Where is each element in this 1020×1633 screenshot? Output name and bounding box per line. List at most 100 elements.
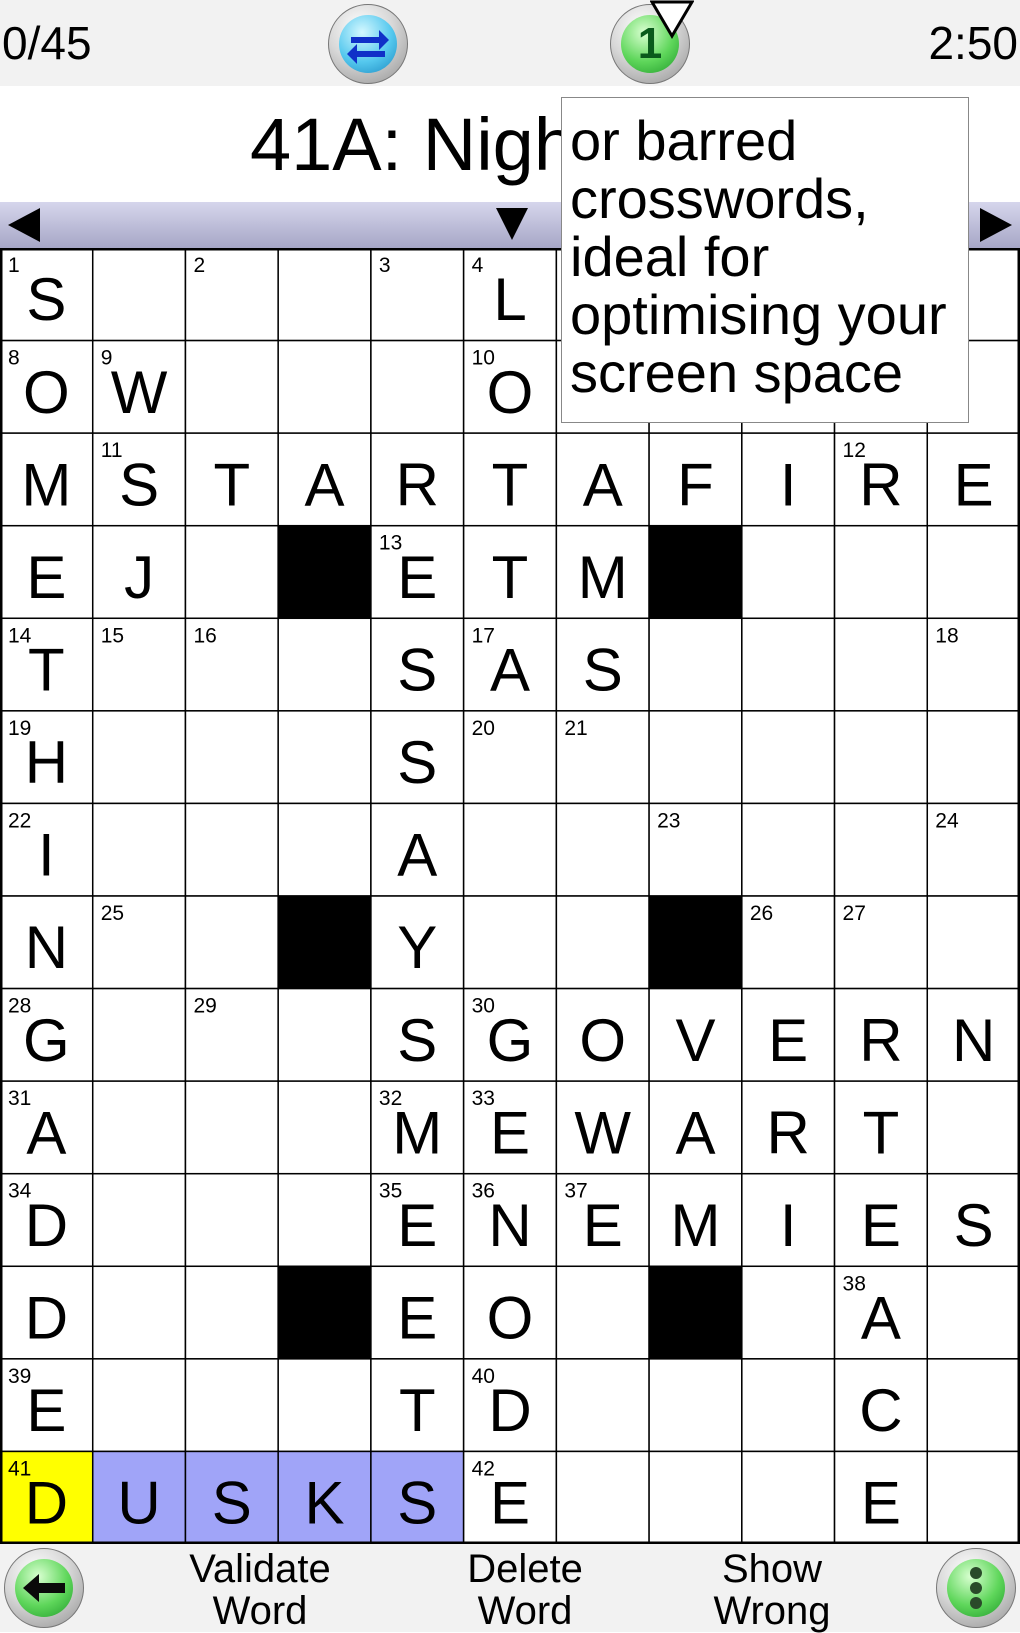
grid-cell[interactable] [277, 802, 372, 897]
clue-number: 1 [8, 254, 20, 277]
grid-cell[interactable] [184, 710, 279, 805]
clue-number: 10 [472, 347, 495, 370]
clue-number: 12 [843, 439, 866, 462]
grid-cell[interactable] [741, 617, 836, 712]
grid-cell[interactable] [184, 524, 279, 620]
current-clue: 41A: Nigh [250, 103, 575, 186]
grid-cell[interactable] [462, 802, 558, 897]
cell-letter: M [670, 1192, 720, 1259]
previous-clue-icon[interactable] [4, 202, 44, 248]
grid-cell[interactable] [555, 802, 650, 897]
grid-cell[interactable] [277, 1080, 372, 1175]
grid-cell[interactable] [184, 1080, 279, 1175]
grid-cell[interactable] [277, 987, 372, 1082]
grid-cell[interactable] [741, 802, 836, 897]
next-clue-icon[interactable] [976, 202, 1016, 248]
grid-cell[interactable] [648, 1358, 743, 1453]
grid-cell[interactable] [926, 524, 1020, 620]
grid-cell[interactable] [926, 1265, 1020, 1360]
grid-cell[interactable] [833, 710, 929, 805]
cell-letter: J [124, 544, 154, 611]
grid-cell[interactable] [648, 1450, 743, 1544]
grid-cell[interactable] [277, 617, 372, 712]
grid-cell[interactable] [91, 1358, 187, 1453]
grid-cell[interactable] [926, 1450, 1020, 1544]
grid-cell[interactable] [833, 524, 929, 620]
grid-cell[interactable] [91, 248, 187, 342]
grid-cell[interactable] [184, 339, 279, 434]
clue-number: 34 [8, 1180, 32, 1203]
clue-number: 30 [472, 995, 495, 1018]
cell-letter: E [768, 1007, 808, 1074]
show-wrong-button[interactable]: Show Wrong [672, 1548, 872, 1632]
cell-letter: O [487, 1284, 534, 1351]
delete-word-button[interactable]: Delete Word [420, 1548, 630, 1632]
swap-arrows-icon [339, 15, 397, 73]
grid-cell[interactable] [555, 1358, 650, 1453]
grid-cell[interactable] [833, 617, 929, 712]
back-button[interactable] [4, 1548, 84, 1628]
tooltip-line: crosswords, [570, 167, 869, 230]
grid-cell[interactable] [926, 710, 1020, 805]
down-marker-icon [496, 208, 528, 240]
grid-cell[interactable] [184, 895, 279, 990]
grid-cell[interactable] [741, 710, 836, 805]
cell-letter: E [490, 1470, 530, 1537]
grid-cell[interactable] [277, 1358, 372, 1453]
top-bar: 0/45 1 2:50 [0, 0, 1020, 86]
grid-cell[interactable] [184, 1358, 279, 1453]
grid-cell[interactable] [555, 895, 650, 990]
cell-letter: E [26, 1377, 66, 1444]
grid-cell[interactable] [277, 1172, 372, 1268]
grid-cell[interactable] [926, 1358, 1020, 1453]
clue-number: 37 [564, 1180, 587, 1203]
grid-cell[interactable] [91, 1080, 187, 1175]
swap-direction-button[interactable] [328, 4, 408, 84]
cell-letter: O [579, 1007, 626, 1074]
cell-letter: E [26, 544, 66, 611]
tooltip-line: or barred [570, 109, 798, 172]
grid-cell[interactable] [91, 710, 187, 805]
grid-cell[interactable] [184, 802, 279, 897]
cell-letter: V [675, 1007, 715, 1074]
cell-letter: A [305, 451, 345, 518]
cell-letter: T [28, 636, 65, 703]
grid-cell[interactable] [741, 1358, 836, 1453]
validate-word-button[interactable]: Validate Word [160, 1548, 360, 1632]
clue-number: 35 [379, 1180, 402, 1203]
grid-cell[interactable] [648, 617, 743, 712]
grid-cell[interactable] [277, 339, 372, 434]
grid-cell[interactable] [555, 1265, 650, 1360]
grid-cell[interactable] [91, 802, 187, 897]
grid-cell[interactable] [91, 1172, 187, 1268]
grid-cell[interactable] [741, 1265, 836, 1360]
cell-letter: F [677, 451, 714, 518]
grid-cell[interactable] [277, 248, 372, 342]
clue-number: 16 [193, 624, 216, 647]
cell-letter: E [397, 544, 437, 611]
grid-cell[interactable] [741, 1450, 836, 1544]
clue-number: 4 [472, 254, 484, 277]
grid-cell[interactable] [184, 1172, 279, 1268]
cell-letter: T [863, 1099, 900, 1166]
clue-number: 17 [472, 624, 495, 647]
cell-letter: A [861, 1284, 901, 1351]
grid-cell[interactable] [648, 710, 743, 805]
clue-number: 29 [193, 995, 216, 1018]
bottom-toolbar: Validate Word Delete Word Show Wrong [0, 1544, 1020, 1632]
clue-number: 27 [843, 902, 866, 925]
grid-cell[interactable] [370, 339, 465, 434]
grid-cell[interactable] [184, 1265, 279, 1360]
crossword-grid-canvas[interactable]: S1 2 3L4O8W9O10M S11T A R T A F I R12EE J E13T MT14 15… [0, 248, 1020, 1544]
grid-cell[interactable] [91, 1265, 187, 1360]
grid-cell[interactable] [833, 802, 929, 897]
grid-cell[interactable] [277, 710, 372, 805]
grid-cell[interactable] [926, 895, 1020, 990]
grid-cell[interactable] [741, 524, 836, 620]
grid-cell[interactable] [462, 895, 558, 990]
grid-cell[interactable] [926, 1080, 1020, 1175]
grid-cell[interactable] [555, 1450, 650, 1544]
menu-button[interactable] [936, 1548, 1016, 1628]
clue-number: 36 [472, 1180, 495, 1203]
grid-cell[interactable] [91, 987, 187, 1082]
